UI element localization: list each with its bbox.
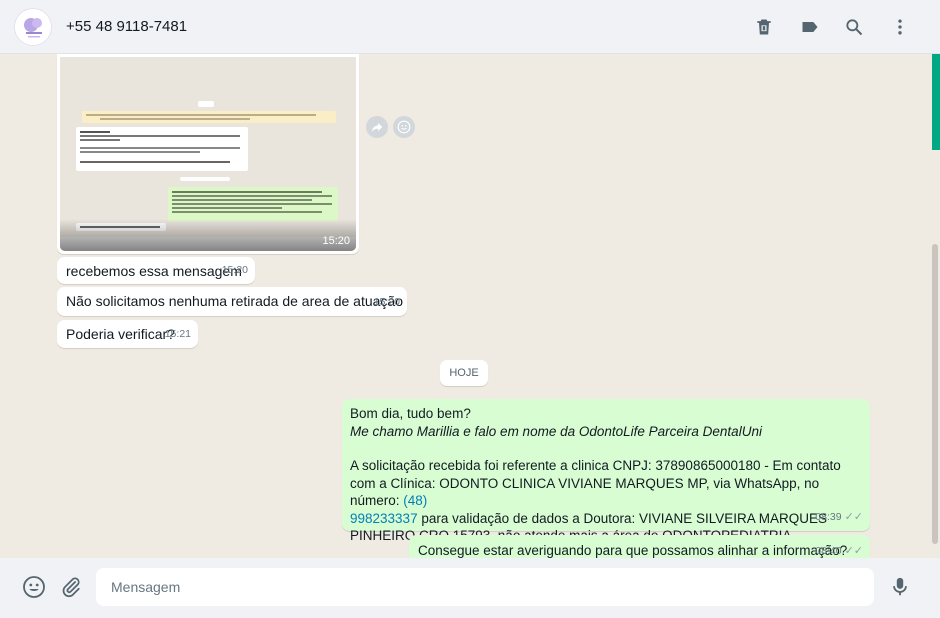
screenshot-image[interactable]: 15:20 [60, 57, 356, 251]
incoming-message[interactable]: Não solicitamos nenhuma retirada de area… [57, 287, 407, 316]
react-emoji-icon[interactable] [393, 116, 415, 138]
message-text: recebemos essa mensagem [66, 263, 242, 279]
message-time: 08:39 [815, 511, 842, 523]
image-message[interactable]: 15:20 [57, 54, 359, 254]
message-text: Não solicitamos nenhuma retirada de area… [66, 293, 403, 309]
message-line: Bom dia, tudo bem? [350, 406, 471, 421]
message-text: Consegue estar averiguando para que poss… [418, 543, 848, 558]
message-text: Bom dia, tudo bem? Me chamo Marillia e f… [350, 405, 850, 545]
more-options-icon[interactable] [888, 15, 912, 39]
scroll-thumb[interactable] [932, 244, 938, 544]
message-line: Me chamo Marillia e falo em nome da Odon… [350, 423, 762, 439]
label-icon[interactable] [798, 15, 822, 39]
message-time: 15:20 [221, 264, 248, 276]
chat-scrollbar[interactable] [930, 54, 940, 558]
date-divider: HOJE [440, 360, 488, 386]
message-time: 08:40 [815, 545, 842, 557]
phone-link[interactable]: (48) [403, 493, 427, 508]
search-icon[interactable] [842, 15, 866, 39]
outgoing-message[interactable]: Consegue estar averiguando para que poss… [409, 535, 870, 558]
microphone-icon[interactable] [887, 574, 913, 600]
chat-header: +55 48 9118-7481 [0, 0, 940, 54]
attach-icon[interactable] [58, 574, 84, 600]
outgoing-message[interactable]: Bom dia, tudo bem? Me chamo Marillia e f… [342, 399, 870, 543]
incoming-message[interactable]: Poderia verificar? 15:21 [57, 320, 198, 348]
read-ticks-icon: ✓✓ [844, 545, 863, 557]
incoming-message[interactable]: recebemos essa mensagem 15:20 [57, 257, 255, 284]
read-ticks-icon: ✓✓ [844, 511, 863, 523]
message-text: Poderia verificar? [66, 326, 175, 342]
compose-bar [0, 558, 940, 618]
message-input[interactable] [96, 568, 874, 606]
emoji-icon[interactable] [21, 574, 47, 600]
message-time: 15:20 [322, 235, 350, 247]
contact-name[interactable]: +55 48 9118-7481 [66, 18, 187, 35]
message-status: 08:39 ✓✓ [815, 508, 863, 527]
scroll-accent [932, 54, 940, 150]
message-status: 08:40 ✓✓ [815, 542, 863, 558]
phone-link[interactable]: 998233337 [350, 511, 418, 526]
conversation-panel[interactable]: 15:20 recebemos essa mensagem 15:20 Não … [0, 54, 930, 558]
message-time: 15:20 [373, 296, 400, 308]
message-time: 15:21 [164, 328, 191, 340]
contact-avatar[interactable] [14, 8, 52, 46]
image-shade [60, 219, 356, 251]
delete-icon[interactable] [752, 15, 776, 39]
forward-icon[interactable] [366, 116, 388, 138]
message-paragraph: A solicitação recebida foi referente a c… [350, 457, 850, 545]
